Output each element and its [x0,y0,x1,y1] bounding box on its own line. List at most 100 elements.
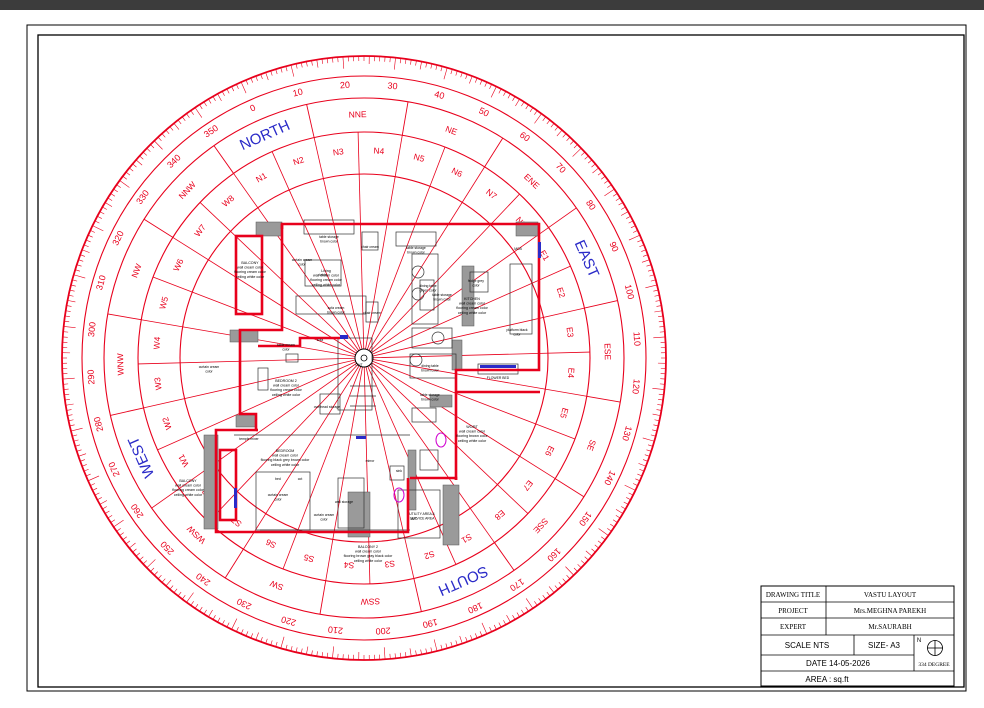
furniture-label: table storage [432,293,452,297]
room-label: flooring cream color [234,270,266,274]
room-label: wall cream color [272,454,299,458]
pada-label: N1 [254,170,269,184]
zone-label: WNW [115,353,126,375]
degree-label: 10 [292,86,304,98]
furniture-label: table storage [406,246,426,250]
zone-label: NE [444,124,459,138]
pada-label: W3 [152,377,164,391]
degree-label: 20 [340,80,351,91]
room-label: wall cream color [459,302,486,306]
floor-plan: Livingwall cream colorflooring cream col… [172,220,541,563]
furniture-label: color [298,262,306,266]
pada-label: W5 [157,295,170,310]
degree-label: 120 [630,379,642,395]
furniture-label: color [472,283,480,287]
drawing-title-label: DRAWING TITLE [766,591,820,599]
degree-label: 140 [602,469,618,487]
pada-label: E6 [543,444,557,458]
degree-label: 80 [584,198,598,212]
furniture-label: color [513,332,521,336]
pada-label: E7 [521,478,535,493]
expert-label: EXPERT [780,623,807,631]
zone-label: NNW [177,179,198,201]
furniture-label: curtain cream [268,493,289,497]
drawing-canvas: 0102030405060708090100110120130140150160… [0,10,984,703]
furniture-label: temple mixer [239,437,259,441]
furniture-label: fridge grey [468,279,484,283]
pada-label: E5 [558,407,570,420]
room-label: ceiling white color [458,311,487,315]
pada-label: N2 [292,154,306,167]
furniture-label: curtain cream [292,258,313,262]
degree-label: 60 [518,130,532,144]
furniture-label: color [205,369,213,373]
furniture-label: brown color [421,397,439,401]
furniture-label: color [274,497,282,501]
furniture-label: curtain cream [199,365,220,369]
degree-label: 180 [466,600,484,615]
furniture-label: brown color [407,250,425,254]
room-label: flooring cream color [270,388,302,392]
drawing-title-value: VASTU LAYOUT [864,591,917,599]
zone-label: SOUTH [436,562,491,599]
furniture-label: green color [420,288,438,292]
zone-label: NORTH [237,117,292,154]
degree-label: 290 [86,369,97,385]
pada-label: N3 [332,146,344,157]
room-label: ceiling white color [236,275,265,279]
room-label: ceiling white color [458,439,487,443]
pada-label: E3 [565,326,576,338]
pada-label: N7 [484,187,499,202]
room-label: KITCHEN [464,297,480,301]
date-text: DATE 14-05-2026 [806,659,870,668]
zone-label: ENE [522,172,542,192]
degree-label: 280 [92,416,105,433]
furniture-label: curtain cream [314,513,335,517]
room-label: wall cream color [459,430,486,434]
degree-label: 230 [235,596,253,612]
furniture-label: color [320,517,328,521]
furniture-label: FLOWER BED [487,376,510,380]
furniture-label: table storage [319,235,339,239]
room-label: wall cream color [175,484,202,488]
pada-label: W8 [220,193,236,209]
furniture-label: MCB [514,247,522,251]
furniture-label: platform black [506,328,527,332]
pada-label: W2 [160,416,174,432]
pada-label: E8 [493,508,508,523]
furniture-label: cot [298,477,303,481]
pada-label: E4 [566,367,577,378]
furniture-label: table [319,273,326,277]
pada-label: S5 [302,552,315,564]
drawing-sheet: 0102030405060708090100110120130140150160… [0,10,984,703]
degree-label: 70 [554,161,568,175]
room-label: flooring black grey brown color [261,458,311,462]
degree-label: 300 [86,321,98,337]
furniture-label: sink [396,469,402,473]
furniture-label: dining table [421,364,438,368]
pada-label: S3 [384,559,396,570]
pada-label: N6 [450,165,464,179]
furniture-label: bed [275,477,281,481]
furniture-label: wall storage [335,500,353,504]
room-label: ceiling white color [312,283,341,287]
room-label: ceiling white color [354,559,383,563]
furniture-label: mirror [366,459,376,463]
room-label: WC/BT [466,425,478,429]
title-block: DRAWING TITLE VASTU LAYOUT PROJECT Mrs.M… [761,586,954,686]
zone-label: ESE [602,343,612,361]
furniture-label: A/C [411,517,417,521]
pada-label: W7 [192,222,208,238]
pada-label: W6 [171,257,186,273]
furniture-label: sofa cream [328,306,345,310]
degree-label: 190 [422,617,439,630]
degree-label: 130 [620,425,634,442]
room-label: flooring cream color [172,488,204,492]
north-mark: N [917,638,921,644]
room-label: ceiling white color [174,493,203,497]
furniture-label: table cream [277,343,295,347]
furniture-label: OHT [355,363,362,367]
room-label: BALCONY [179,479,197,483]
pada-label: E2 [555,286,568,299]
room-label: BALCONY 2 [358,545,378,549]
